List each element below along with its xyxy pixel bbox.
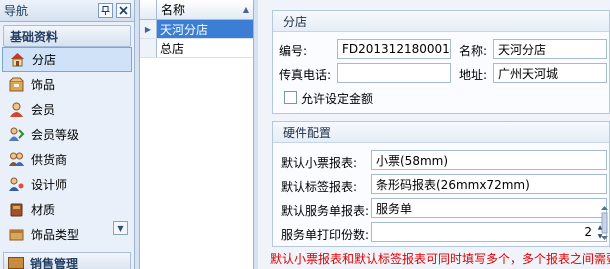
app-root: 导航 基础资料 分店 饰品 会员 会员等级 供货商 设计师 材质 饰品类型 ▼ … — [0, 0, 610, 269]
designer-icon — [8, 176, 25, 193]
nav-item-label: 饰品类型 — [31, 228, 80, 242]
name-label: 名称: — [459, 44, 488, 58]
row-indicator — [140, 39, 157, 57]
supplier-icon — [8, 151, 25, 168]
material-icon — [8, 201, 25, 218]
service-report-field[interactable]: 服务单 — [371, 198, 607, 218]
house-icon — [9, 51, 26, 68]
nav-item-member-level[interactable]: 会员等级 — [0, 122, 134, 147]
nav-item-label: 饰品 — [31, 78, 56, 92]
nav-item-designer[interactable]: 设计师 — [0, 172, 134, 197]
sort-arrow-icon: ▲ — [242, 5, 249, 14]
row-indicator-header — [140, 0, 157, 19]
column-header-name[interactable]: 名称 ▲ — [157, 0, 253, 19]
ticket-report-label: 默认小票报表: — [281, 156, 358, 170]
store-group-title: 分店 — [273, 11, 609, 32]
section-basic-data-label: 基础资料 — [10, 29, 59, 44]
detail-panel: 分店 编号: FD201312180001 名称: 天河分店 传真电话: 地址:… — [258, 0, 610, 269]
column-header-label: 名称 — [161, 3, 186, 17]
nav-item-accessory[interactable]: 饰品 — [0, 72, 134, 97]
table-row[interactable]: 总店 — [140, 39, 253, 58]
section-sales-management[interactable]: 销售管理 — [3, 252, 131, 269]
address-label: 地址: — [459, 68, 488, 82]
member-icon — [8, 101, 25, 118]
barcode-report-field[interactable]: 条形码报表(26mmx72mm) — [371, 174, 607, 194]
nav-header: 导航 — [0, 0, 134, 22]
section-sales-label: 销售管理 — [30, 256, 79, 269]
nav-item-label: 分店 — [32, 53, 57, 67]
code-field[interactable]: FD201312180001 — [337, 39, 451, 59]
allow-amount-label: 允许设定金额 — [301, 92, 374, 106]
box-icon — [8, 76, 25, 93]
hardware-group: 硬件配置 默认小票报表: 小票(58mm) 默认标签报表: 条形码报表(26mm… — [272, 121, 610, 247]
service-report-label: 默认服务单报表: — [281, 204, 370, 218]
print-copies-label: 服务单打印份数: — [281, 228, 370, 242]
nav-item-label: 会员 — [31, 103, 56, 117]
category-icon — [8, 226, 25, 243]
nav-item-label: 设计师 — [31, 178, 68, 192]
chevron-down-icon: ▼ — [117, 223, 124, 233]
hardware-group-title: 硬件配置 — [273, 122, 609, 143]
address-field[interactable]: 广州天河城 — [493, 63, 607, 83]
section-basic-data[interactable]: 基础资料 — [3, 25, 131, 47]
vertical-scrollbar[interactable] — [600, 205, 609, 241]
code-label: 编号: — [279, 44, 308, 58]
navigation-panel: 导航 基础资料 分店 饰品 会员 会员等级 供货商 设计师 材质 饰品类型 ▼ … — [0, 0, 135, 269]
table-row[interactable]: ▶ 天河分店 — [140, 20, 253, 39]
pin-icon[interactable] — [98, 3, 113, 18]
nav-title: 导航 — [4, 4, 29, 18]
name-field[interactable]: 天河分店 — [493, 39, 607, 59]
branch-grid: 名称 ▲ ▶ 天河分店 总店 — [139, 0, 254, 269]
nav-item-label: 材质 — [31, 203, 56, 217]
fax-label: 传真电话: — [279, 68, 332, 82]
fax-field[interactable] — [337, 63, 451, 83]
row-pointer-icon: ▶ — [140, 20, 157, 38]
warning-message: 默认小票报表和默认标签报表可同时填写多个，多个报表之间需要 — [270, 252, 610, 266]
ticket-report-field[interactable]: 小票(58mm) — [371, 150, 607, 170]
level-icon — [8, 126, 25, 143]
table-cell-name[interactable]: 天河分店 — [157, 20, 253, 38]
nav-list: 分店 饰品 会员 会员等级 供货商 设计师 材质 饰品类型 — [0, 47, 134, 247]
close-icon[interactable] — [116, 3, 131, 18]
nav-item-material[interactable]: 材质 — [0, 197, 134, 222]
nav-item-label: 供货商 — [31, 153, 68, 167]
nav-scroll-down-button[interactable]: ▼ — [113, 221, 128, 235]
allow-amount-checkbox[interactable] — [284, 91, 297, 104]
grid-header: 名称 ▲ — [140, 0, 253, 20]
print-copies-stepper[interactable]: 2 ▲ ▼ — [371, 222, 607, 242]
table-cell-name[interactable]: 总店 — [157, 39, 253, 57]
print-copies-value: 2 — [584, 225, 592, 239]
nav-item-supplier[interactable]: 供货商 — [0, 147, 134, 172]
barcode-report-label: 默认标签报表: — [281, 180, 358, 194]
store-group: 分店 编号: FD201312180001 名称: 天河分店 传真电话: 地址:… — [272, 10, 610, 114]
nav-item-label: 会员等级 — [31, 128, 80, 142]
nav-item-branch[interactable]: 分店 — [2, 47, 132, 72]
nav-item-member[interactable]: 会员 — [0, 97, 134, 122]
sales-icon — [8, 257, 24, 269]
